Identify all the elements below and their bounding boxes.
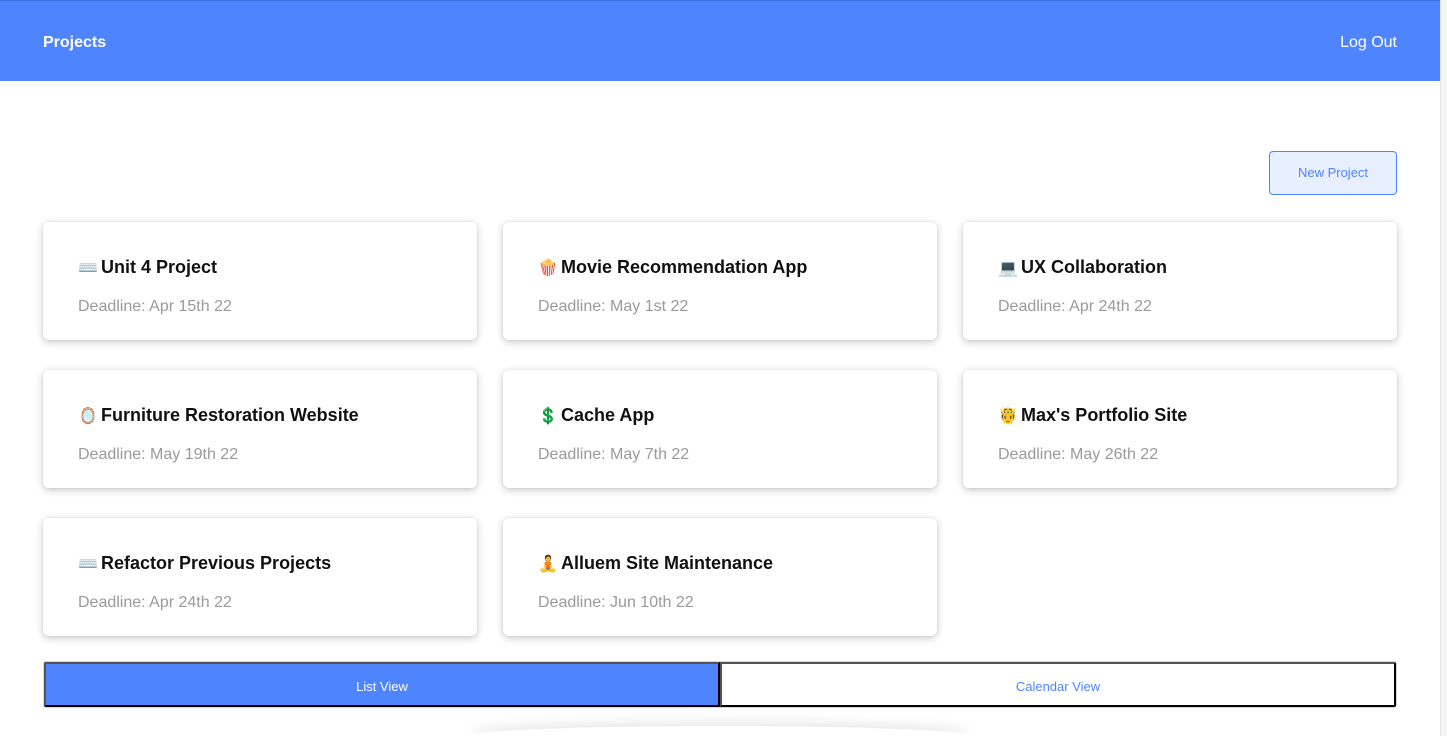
window-scroll-edge	[1440, 0, 1447, 736]
project-deadline: Deadline: Apr 24th 22	[998, 298, 1152, 315]
calendar-view-button[interactable]: Calendar View	[720, 662, 1396, 707]
keyboard-icon: ⌨️	[78, 553, 98, 573]
meditation-icon: 🧘	[538, 553, 558, 573]
project-card[interactable]: ⌨️ Unit 4 Project Deadline: Apr 15th 22	[43, 222, 477, 340]
project-title: Max's Portfolio Site	[1021, 404, 1188, 425]
keyboard-icon: ⌨️	[78, 257, 98, 277]
list-view-button[interactable]: List View	[44, 662, 720, 707]
project-card[interactable]: 🍿 Movie Recommendation App Deadline: May…	[503, 222, 937, 340]
projects-page: Projects Log Out New Project ⌨️ Unit 4 P…	[0, 0, 1447, 736]
project-card[interactable]: 🤴 Max's Portfolio Site Deadline: May 26t…	[963, 370, 1397, 488]
project-card[interactable]: 💲 Cache App Deadline: May 7th 22	[503, 370, 937, 488]
bottom-panel-shadow	[470, 726, 970, 736]
project-deadline: Deadline: May 7th 22	[538, 446, 690, 463]
project-deadline: Deadline: May 26th 22	[998, 446, 1159, 463]
project-card[interactable]: 💻 UX Collaboration Deadline: Apr 24th 22	[963, 222, 1397, 340]
project-deadline: Deadline: Apr 15th 22	[78, 298, 232, 315]
project-deadline: Deadline: Jun 10th 22	[538, 594, 694, 611]
laptop-icon: 💻	[998, 257, 1018, 277]
mirror-icon: 🪞	[78, 405, 98, 425]
project-title: Cache App	[561, 404, 655, 425]
project-title: Unit 4 Project	[101, 256, 218, 277]
project-title: Furniture Restoration Website	[101, 404, 359, 425]
brand-title[interactable]: Projects	[43, 33, 106, 53]
dollar-icon: 💲	[538, 405, 558, 425]
logout-link[interactable]: Log Out	[1340, 33, 1397, 53]
view-toggle: List View Calendar View	[43, 661, 1397, 708]
project-deadline: Deadline: May 1st 22	[538, 298, 689, 315]
top-nav-bar: Projects Log Out	[0, 0, 1440, 81]
popcorn-icon: 🍿	[538, 257, 558, 277]
project-title: UX Collaboration	[1021, 256, 1168, 277]
project-card[interactable]: 🪞 Furniture Restoration Website Deadline…	[43, 370, 477, 488]
project-title: Refactor Previous Projects	[101, 552, 332, 573]
project-deadline: Deadline: May 19th 22	[78, 446, 239, 463]
project-card[interactable]: 🧘 Alluem Site Maintenance Deadline: Jun …	[503, 518, 937, 636]
project-title: Alluem Site Maintenance	[561, 552, 774, 573]
project-title: Movie Recommendation App	[561, 256, 808, 277]
project-card[interactable]: ⌨️ Refactor Previous Projects Deadline: …	[43, 518, 477, 636]
new-project-button[interactable]: New Project	[1269, 151, 1397, 195]
project-grid: ⌨️ Unit 4 Project Deadline: Apr 15th 22 …	[43, 222, 1397, 636]
prince-icon: 🤴	[998, 405, 1018, 425]
project-deadline: Deadline: Apr 24th 22	[78, 594, 232, 611]
